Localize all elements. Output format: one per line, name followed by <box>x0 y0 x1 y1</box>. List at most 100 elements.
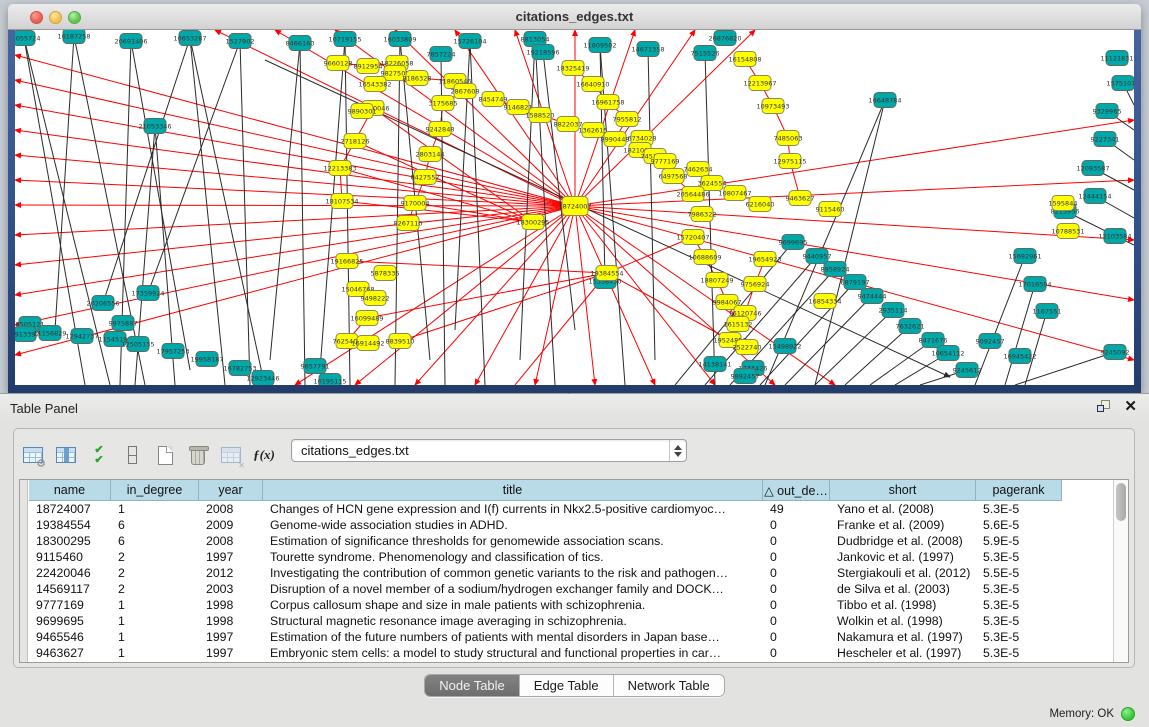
graph-node[interactable]: 12213967 <box>743 76 776 91</box>
table-row[interactable]: 946554611997Estimation of the future num… <box>29 629 1062 645</box>
vertical-scrollbar[interactable] <box>1113 480 1128 662</box>
graph-node[interactable]: 12213383 <box>323 161 356 176</box>
graph-node[interactable]: 9498222 <box>361 291 390 306</box>
column-header-name[interactable]: name <box>29 480 111 501</box>
graph-node[interactable]: 9329965 <box>1093 104 1122 119</box>
column-header-title[interactable]: title <box>263 480 763 501</box>
table-row[interactable]: 1456911722003Disruption of a novel membe… <box>29 581 1062 597</box>
table-row[interactable]: 969969511998Structural magnetic resonanc… <box>29 613 1062 629</box>
graph-node[interactable]: 7462634 <box>684 162 713 177</box>
graph-node[interactable]: 26876820 <box>708 31 741 46</box>
new-table-icon[interactable] <box>152 442 178 468</box>
graph-node[interactable]: 6497568 <box>659 169 688 184</box>
graph-node[interactable]: 8466160 <box>286 36 315 51</box>
graph-node[interactable]: 8186328 <box>403 71 432 86</box>
graph-node[interactable]: 6879197 <box>841 275 870 290</box>
show-columns-icon[interactable] <box>53 442 79 468</box>
graph-node[interactable]: 1167551 <box>1033 304 1062 319</box>
graph-node[interactable]: 9657791 <box>301 359 330 374</box>
graph-node[interactable]: 1527902 <box>226 34 255 49</box>
table-row[interactable]: 946362711997Embryonic stem cells: a mode… <box>29 645 1062 661</box>
graph-node[interactable]: 15751074 <box>1106 76 1134 91</box>
graph-node[interactable]: 17016504 <box>1018 277 1051 292</box>
graph-node[interactable]: 20691406 <box>114 34 147 49</box>
table-options-icon[interactable]: ⚙ <box>20 442 46 468</box>
column-header-short[interactable]: short <box>830 480 976 501</box>
graph-node[interactable]: 16154808 <box>728 52 761 67</box>
table-row[interactable]: 1830029562008Estimation of significance … <box>29 533 1062 549</box>
select-all-columns-icon[interactable]: ✔ ✔ <box>86 442 112 468</box>
graph-node[interactable]: 16782753 <box>223 361 256 376</box>
graph-node[interactable]: 11809502 <box>583 38 616 53</box>
graph-node[interactable]: 8267110 <box>394 216 423 231</box>
graph-node[interactable]: 9756924 <box>741 277 770 292</box>
table-row[interactable]: 1872400712008Changes of HCN gene express… <box>29 501 1062 517</box>
scrollbar-thumb[interactable] <box>1116 483 1126 521</box>
graph-node[interactable]: 6216040 <box>746 197 775 212</box>
tab-node-table[interactable]: Node Table <box>425 675 520 696</box>
graph-node[interactable]: 9092457 <box>976 334 1005 349</box>
graph-node[interactable]: 9170004 <box>401 196 430 211</box>
row-view-icon[interactable] <box>119 442 145 468</box>
graph-node[interactable]: 2935114 <box>879 303 908 318</box>
graph-node[interactable]: 7632621 <box>896 319 925 334</box>
graph-node[interactable]: 10688609 <box>688 250 721 265</box>
graph-node[interactable]: 2803144 <box>416 147 445 162</box>
window-titlebar[interactable]: citations_edges.txt <box>8 4 1141 30</box>
graph-node[interactable]: 18724007 <box>558 197 591 216</box>
graph-node[interactable]: 9245612 <box>953 363 982 378</box>
graph-node[interactable]: 21053346 <box>138 119 171 134</box>
table-selector-dropdown[interactable]: citations_edges.txt <box>291 439 687 462</box>
graph-node[interactable]: 12975115 <box>773 154 806 169</box>
column-header-out_de[interactable]: △ out_de… <box>763 480 830 501</box>
graph-node[interactable]: 15498922 <box>768 339 801 354</box>
graph-node[interactable]: 1615132 <box>724 317 753 332</box>
graph-node[interactable]: 8427552 <box>411 170 440 185</box>
graph-node[interactable]: 7485063 <box>774 131 803 146</box>
graph-node[interactable]: 9660128 <box>324 56 353 71</box>
graph-node[interactable]: 12444154 <box>1078 189 1111 204</box>
float-panel-icon[interactable] <box>1097 399 1112 414</box>
graph-node[interactable]: 19958187 <box>190 352 223 367</box>
graph-node[interactable]: 10719155 <box>328 32 361 47</box>
graph-node[interactable]: 9242848 <box>426 122 455 137</box>
graph-node[interactable]: 8912954 <box>354 59 383 74</box>
graph-node[interactable]: 16640910 <box>576 77 609 92</box>
graph-node[interactable]: 9699695 <box>779 235 808 250</box>
graph-node[interactable]: 2867608 <box>451 84 480 99</box>
graph-node[interactable]: 9115460 <box>816 202 845 217</box>
graph-node[interactable]: 9245092 <box>1101 345 1130 360</box>
graph-node[interactable]: 2522740 <box>733 340 762 355</box>
graph-node[interactable]: 8990448 <box>601 132 630 147</box>
graph-node[interactable]: 16648784 <box>868 93 901 108</box>
graph-node[interactable]: 1588520 <box>526 108 555 123</box>
column-header-pagerank[interactable]: pagerank <box>976 480 1062 501</box>
close-panel-icon[interactable]: ✕ <box>1124 399 1137 414</box>
graph-node[interactable]: 10195115 <box>313 374 346 386</box>
graph-node[interactable]: 5878335 <box>371 266 400 281</box>
graph-node[interactable]: 18325419 <box>556 61 589 76</box>
table-row[interactable]: 977716911998Corpus callosum shape and si… <box>29 597 1062 613</box>
graph-node[interactable]: 10973493 <box>756 99 789 114</box>
graph-node[interactable]: 2718126 <box>341 134 370 149</box>
graph-node[interactable]: 16033809 <box>383 32 416 47</box>
graph-node[interactable]: 9227341 <box>1091 132 1120 147</box>
graph-node[interactable]: 17957253 <box>156 344 189 359</box>
table-row[interactable]: 2242004622012Investigating the contribut… <box>29 565 1062 581</box>
column-header-in_degree[interactable]: in_degree <box>111 480 199 501</box>
graph-node[interactable]: 12093587 <box>1076 161 1109 176</box>
graph-node[interactable]: 19166825 <box>330 254 363 269</box>
graph-node[interactable]: 12923446 <box>246 371 279 386</box>
graph-node[interactable]: 9892457 <box>731 369 760 384</box>
graph-node[interactable]: 19654923 <box>748 252 781 267</box>
graph-node[interactable]: 14138141 <box>698 357 731 372</box>
graph-node[interactable]: 9890301 <box>348 104 377 119</box>
graph-node[interactable]: 11121831 <box>1100 51 1133 66</box>
tab-network-table[interactable]: Network Table <box>614 675 724 696</box>
function-builder-icon[interactable]: ƒ(x) <box>251 442 277 468</box>
graph-node[interactable]: 9777169 <box>651 154 680 169</box>
graph-node[interactable]: 10653287 <box>173 31 206 46</box>
graph-node[interactable]: 12942737 <box>65 329 98 344</box>
graph-node[interactable]: 14671358 <box>631 42 664 57</box>
graph-node[interactable]: 7515526 <box>691 46 720 61</box>
